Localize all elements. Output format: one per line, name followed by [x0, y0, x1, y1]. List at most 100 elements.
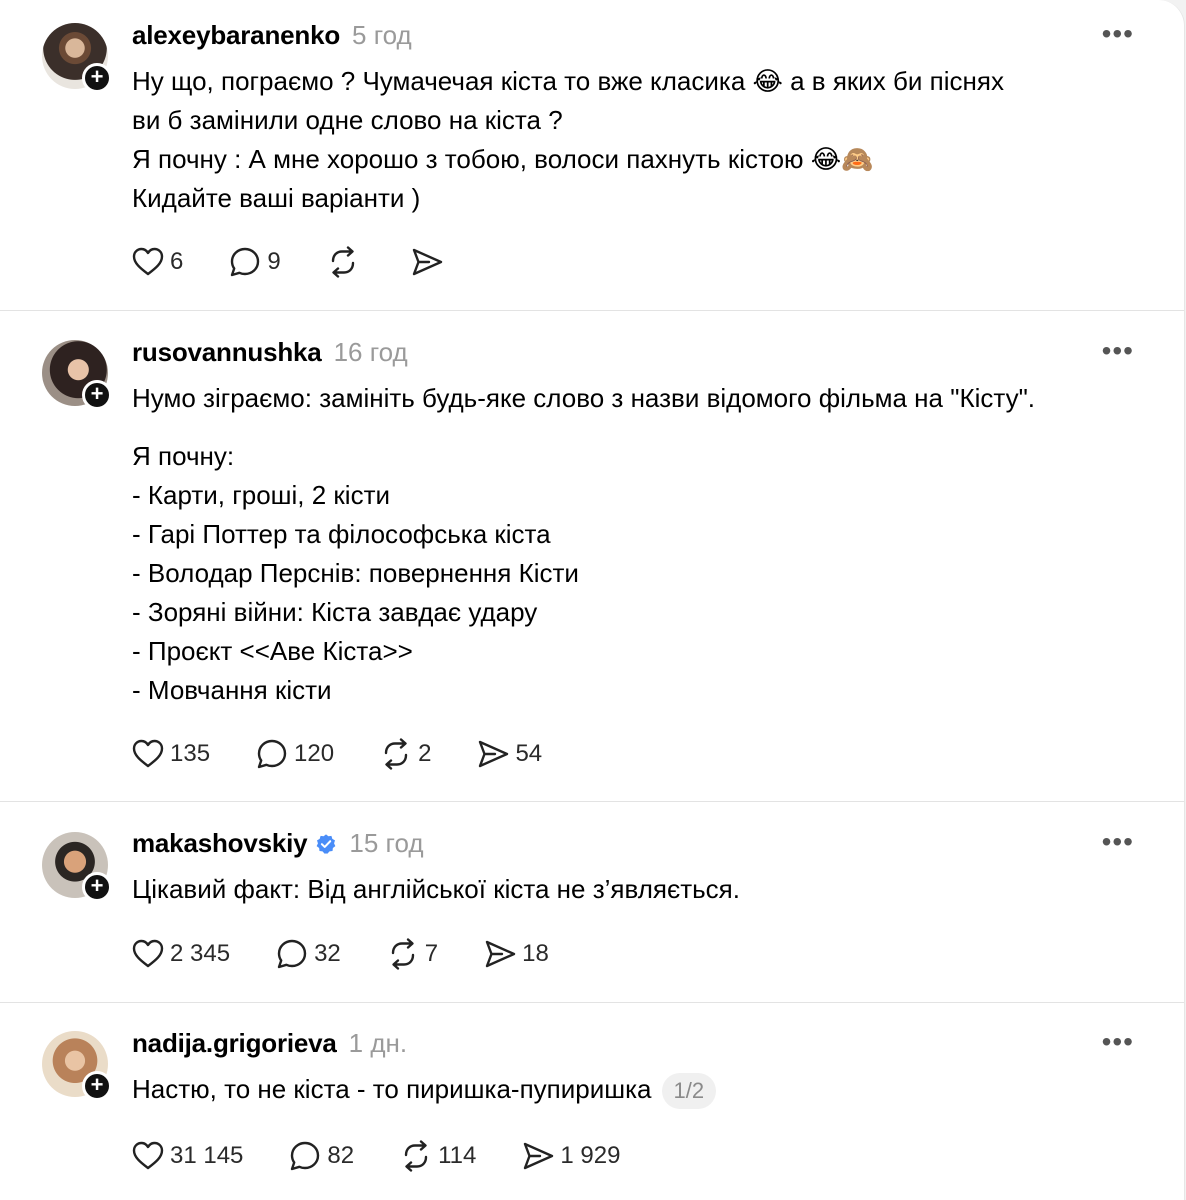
like-button[interactable]: 2 345 [130, 936, 230, 972]
like-count: 6 [170, 248, 184, 275]
post-time[interactable]: 16 год [334, 337, 408, 368]
post-time[interactable]: 1 дн. [349, 1028, 407, 1059]
post-actions: 135 120 2 54 [130, 736, 586, 772]
more-icon[interactable]: ••• [1102, 1028, 1134, 1056]
post-text-line: ви б замінили одне слово на кіста ? [132, 105, 563, 135]
avatar[interactable]: + [42, 1031, 112, 1101]
repost-icon [331, 246, 354, 278]
post-text-line: - Карти, гроші, 2 кісти [132, 480, 391, 510]
reply-count: 32 [314, 940, 341, 967]
like-count: 135 [170, 740, 211, 767]
like-button[interactable]: 6 [130, 244, 183, 280]
post-time[interactable]: 15 год [349, 828, 423, 859]
post-actions: 6 9 [130, 244, 493, 280]
repost-count: 114 [438, 1142, 477, 1169]
post-text-line: - Зоряні війни: Кіста завдає удару [132, 597, 538, 627]
heart-icon [132, 1141, 164, 1170]
verified-badge-icon [317, 834, 336, 854]
repost-button[interactable]: 2 [378, 736, 431, 772]
comment-icon [231, 247, 260, 277]
post: + makashovskiy 15 год ••• Цікавий факт: … [0, 802, 1184, 1003]
share-icon [485, 940, 516, 968]
share-button[interactable]: 18 [482, 936, 549, 972]
post: + alexeybaranenko 5 год ••• Ну що, погра… [0, 0, 1184, 311]
post-text-line: Цікавий факт: Від англійської кіста не з… [132, 874, 740, 904]
reply-count: 120 [294, 740, 335, 767]
post-actions: 31 145 82 114 1 929 [130, 1138, 664, 1174]
comment-icon [277, 939, 307, 969]
comment-icon [257, 739, 287, 769]
repost-button[interactable]: 114 [398, 1138, 476, 1174]
repost-count: 7 [424, 940, 439, 967]
avatar[interactable]: + [42, 340, 112, 410]
reply-button[interactable]: 120 [254, 736, 334, 772]
reply-count: 9 [267, 248, 281, 275]
post-header: alexeybaranenko 5 год [132, 20, 412, 54]
share-button[interactable]: 54 [475, 736, 542, 772]
reply-button[interactable]: 32 [274, 936, 341, 972]
post-text-line: Я почну: [132, 441, 235, 471]
reply-button[interactable]: 82 [287, 1138, 354, 1174]
post-header: nadija.grigorieva 1 дн. [132, 1028, 407, 1062]
share-icon [412, 248, 442, 276]
post-actions: 2 345 32 7 18 [130, 936, 593, 972]
follow-plus-icon[interactable]: + [82, 380, 112, 410]
more-icon[interactable]: ••• [1102, 20, 1134, 48]
avatar[interactable]: + [42, 23, 112, 93]
post-time[interactable]: 5 год [352, 20, 412, 51]
post-text-line: Настю, то не кіста - то пиришка-пупиришк… [132, 1070, 1162, 1110]
username[interactable]: makashovskiy [132, 828, 308, 859]
like-button[interactable]: 135 [130, 736, 210, 772]
reply-button[interactable]: 9 [227, 244, 281, 280]
reply-count: 82 [327, 1142, 355, 1169]
share-button[interactable] [409, 244, 449, 280]
share-count: 1 929 [560, 1142, 621, 1169]
repost-button[interactable]: 7 [385, 936, 438, 972]
post-text-line: - Гарі Поттер та філософська кіста [132, 519, 551, 549]
share-icon [479, 740, 509, 768]
repost-icon [404, 1140, 428, 1172]
heart-icon [132, 247, 164, 276]
username[interactable]: nadija.grigorieva [132, 1028, 337, 1059]
avatar[interactable]: + [42, 832, 112, 902]
comment-icon [291, 1141, 320, 1171]
post-header: rusovannushka 16 год [132, 337, 408, 371]
follow-plus-icon[interactable]: + [82, 63, 112, 93]
follow-plus-icon[interactable]: + [82, 872, 112, 902]
post-header: makashovskiy 15 год [132, 828, 424, 862]
repost-count: 2 [418, 740, 432, 767]
username[interactable]: alexeybaranenko [132, 20, 340, 51]
like-button[interactable]: 31 145 [130, 1138, 243, 1174]
repost-button[interactable] [325, 244, 365, 280]
like-count: 31 145 [170, 1142, 244, 1169]
post-text-line: Я почну : А мне хорошо з тобою, волоси п… [132, 144, 874, 174]
post: + nadija.grigorieva 1 дн. ••• Настю, то … [0, 1003, 1184, 1200]
heart-icon [132, 939, 164, 968]
thread-pager[interactable]: 1/2 [661, 1073, 717, 1110]
username[interactable]: rusovannushka [132, 337, 322, 368]
post-text: Нумо зіграємо: замініть будь-яке слово з… [132, 379, 1162, 710]
share-button[interactable]: 1 929 [520, 1138, 620, 1174]
post-text-line: - Мовчання кісти [132, 675, 332, 705]
post-text-line: Нумо зіграємо: замініть будь-яке слово з… [132, 383, 1036, 413]
more-icon[interactable]: ••• [1102, 337, 1134, 365]
post-text-line: Кидайте ваші варіанти ) [132, 183, 421, 213]
post-text-line: - Володар Перснів: повернення Кісти [132, 558, 579, 588]
post-text: Ну що, пограємо ? Чумачечая кіста то вже… [132, 62, 1162, 218]
share-icon [524, 1142, 554, 1170]
heart-icon [132, 739, 164, 768]
post: + rusovannushka 16 год ••• Нумо зіграємо… [0, 311, 1184, 802]
post-text: Настю, то не кіста - то пиришка-пупиришк… [132, 1070, 1162, 1110]
follow-plus-icon[interactable]: + [82, 1071, 112, 1101]
share-count: 18 [522, 940, 549, 967]
repost-icon [384, 738, 408, 770]
threads-feed: + alexeybaranenko 5 год ••• Ну що, погра… [0, 0, 1185, 1200]
repost-icon [391, 938, 414, 970]
post-text-content: Настю, то не кіста - то пиришка-пупиришк… [132, 1074, 652, 1104]
more-icon[interactable]: ••• [1102, 828, 1134, 856]
post-text: Цікавий факт: Від англійської кіста не з… [132, 870, 1162, 909]
post-text-line: Ну що, пограємо ? Чумачечая кіста то вже… [132, 66, 1004, 96]
post-text-line: - Проєкт <<Аве Кіста>> [132, 636, 413, 666]
share-count: 54 [515, 740, 543, 767]
